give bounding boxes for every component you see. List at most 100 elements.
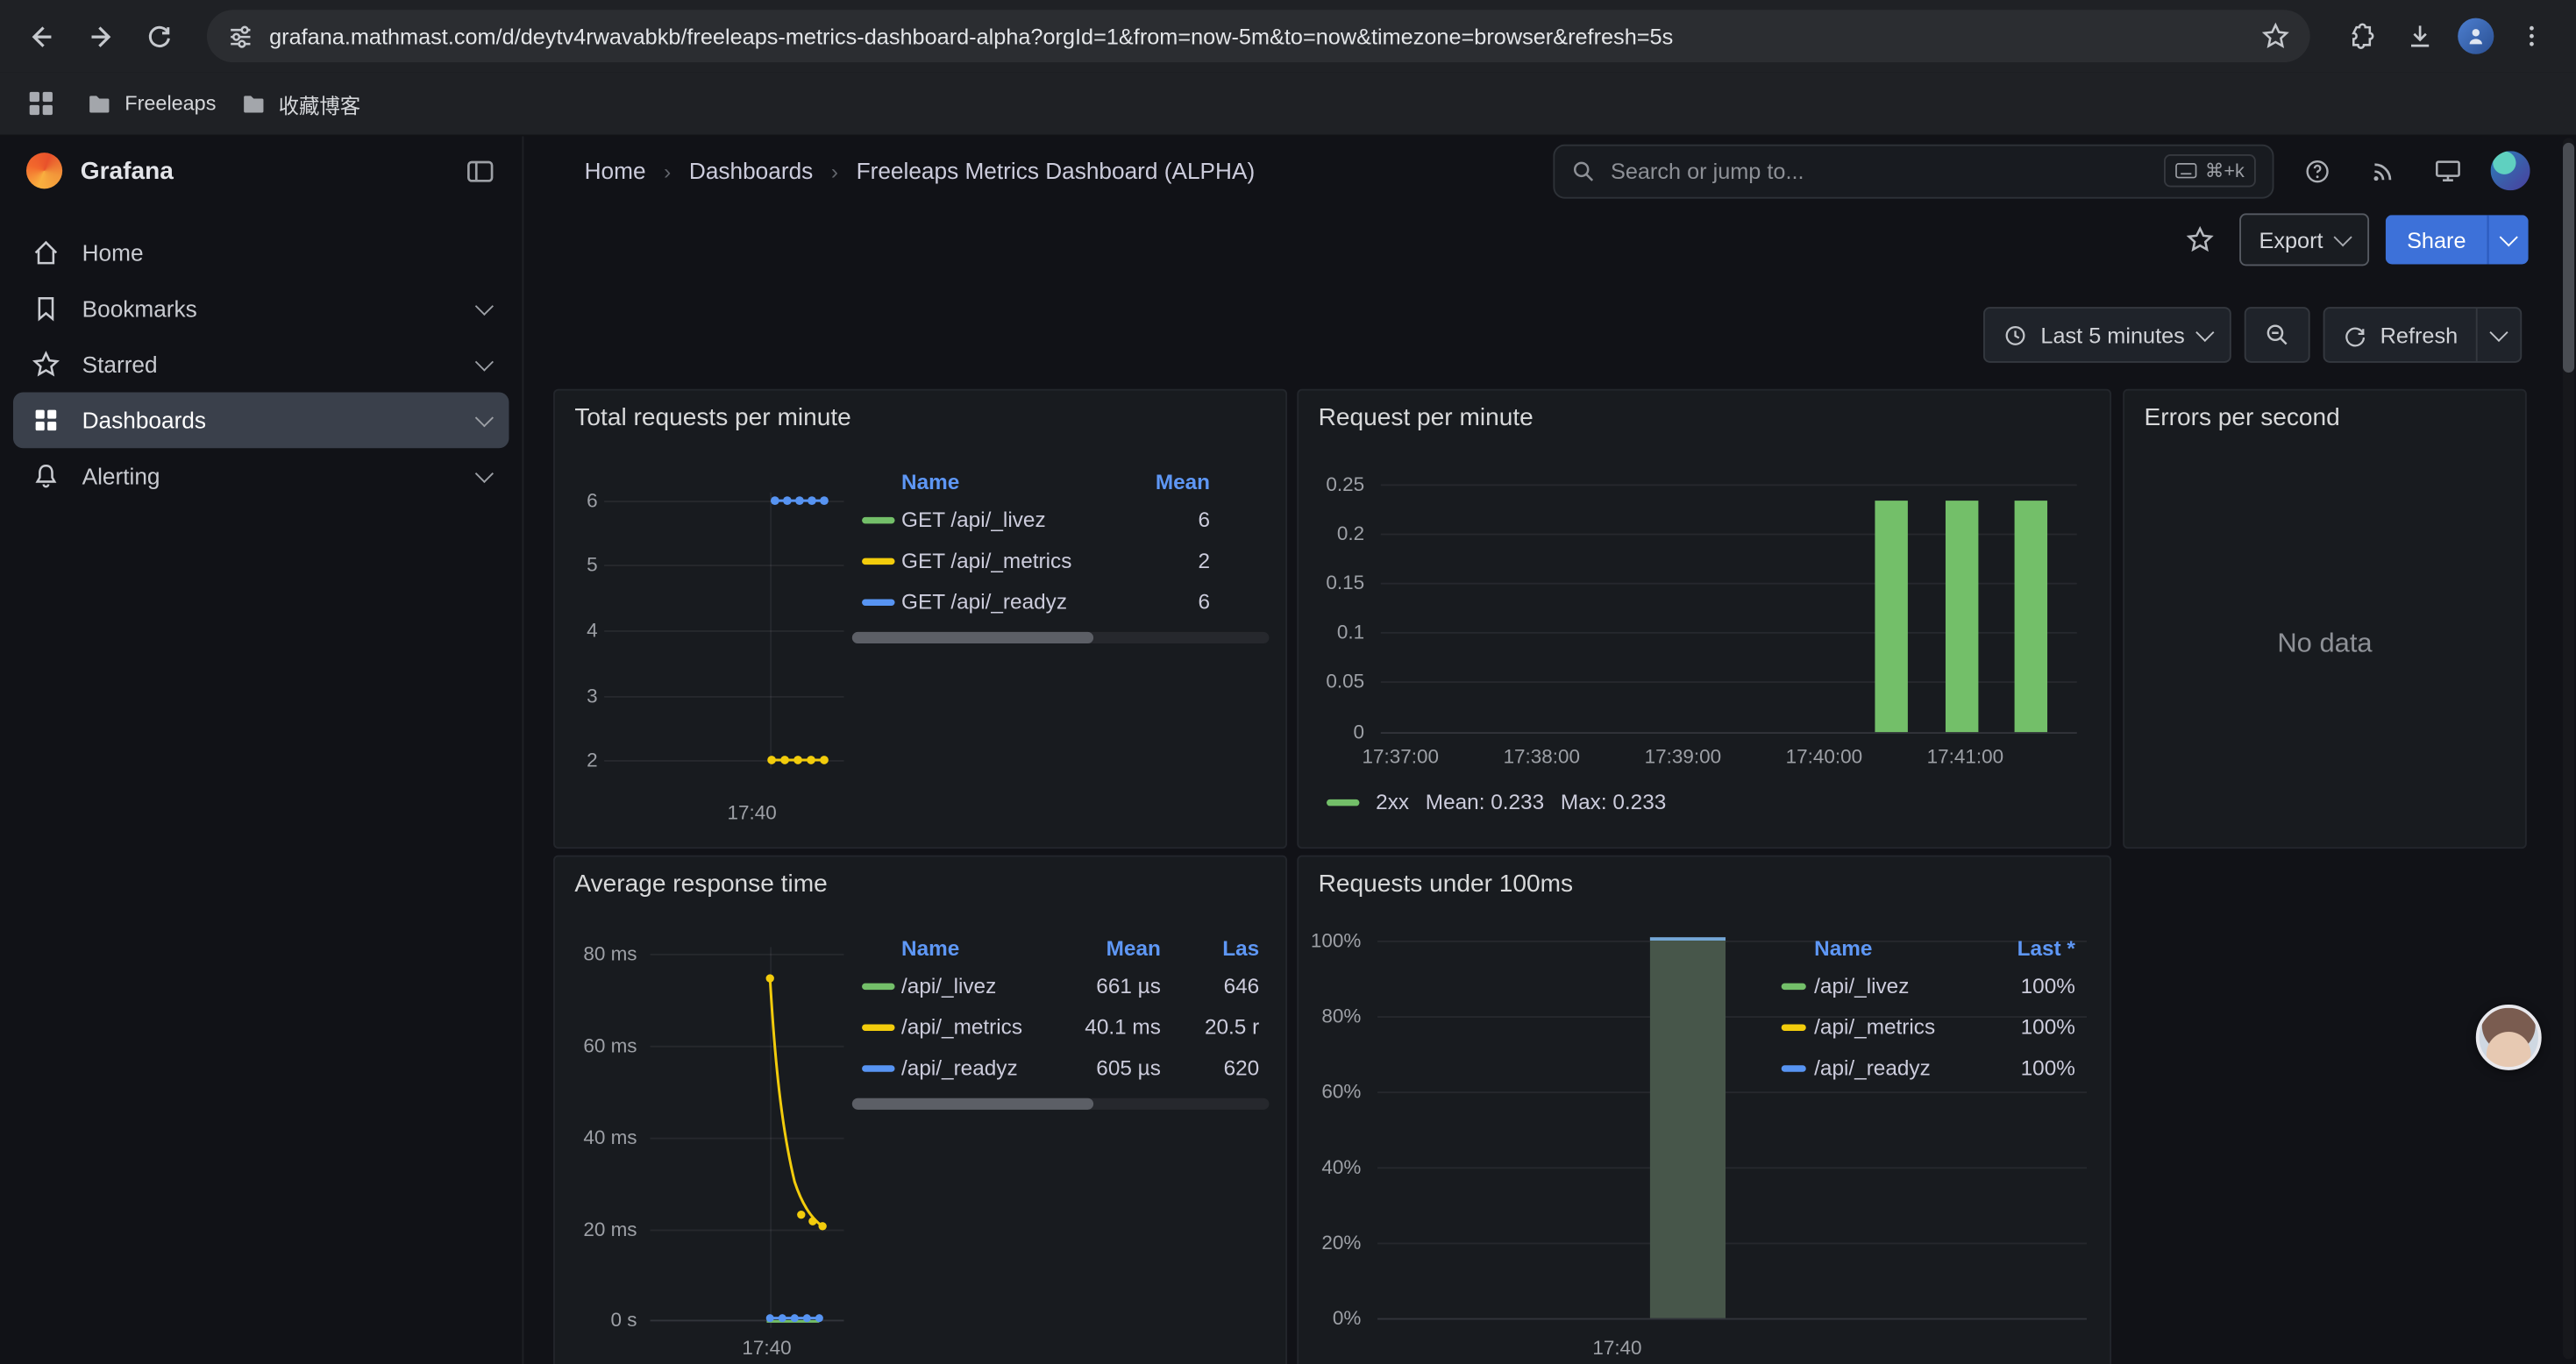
viewport: grafana.mathmast.com/d/deytv4rwavabkb/fr…	[0, 0, 2576, 1362]
series-name[interactable]: GET /api/_metrics	[901, 548, 1071, 572]
breadcrumb-home[interactable]: Home	[585, 158, 646, 184]
legend-header-name[interactable]: Name	[901, 934, 959, 959]
time-controls: Last 5 minutes Refresh	[1983, 307, 2522, 363]
legend-row: /api/_readyz 100%	[1782, 1048, 2087, 1089]
legend-header-name[interactable]: Name	[901, 469, 959, 494]
page-scrollbar[interactable]	[2563, 138, 2574, 1359]
panel-avg-response-time: Average response time 80 ms 60 ms 40 ms …	[553, 856, 1287, 1364]
time-range-picker[interactable]: Last 5 minutes	[1985, 309, 2230, 361]
back-icon[interactable]	[17, 11, 66, 60]
panel-title[interactable]: Request per minute	[1319, 404, 1534, 432]
series-mean: 6	[1199, 589, 1211, 614]
breadcrumb-separator: ›	[664, 159, 671, 183]
legend-scrollbar[interactable]	[852, 632, 1270, 643]
series-swatch	[862, 558, 894, 564]
apps-grid-icon[interactable]	[19, 82, 62, 125]
chevron-down-icon[interactable]	[475, 465, 494, 483]
panel-title[interactable]: Requests under 100ms	[1319, 870, 1573, 898]
series-name[interactable]: GET /api/_readyz	[901, 589, 1067, 614]
app-header: Home › Dashboards › Freeleaps Metrics Da…	[523, 136, 2576, 205]
legend-header-mean[interactable]: Mean	[1107, 934, 1161, 959]
series-name[interactable]: /api/_readyz	[1814, 1055, 1931, 1080]
panel-title[interactable]: Average response time	[574, 870, 827, 898]
panel-total-requests: Total requests per minute 6 5 4 3 2 17:4…	[553, 389, 1287, 849]
series-name[interactable]: /api/_metrics	[901, 1014, 1022, 1039]
collapse-sidebar-icon[interactable]	[465, 155, 496, 187]
browser-menu-icon[interactable]	[2510, 15, 2553, 58]
chevron-down-icon[interactable]	[475, 297, 494, 316]
legend-header-name[interactable]: Name	[1814, 934, 1872, 959]
series-swatch	[1782, 1064, 1806, 1070]
zoom-out-button[interactable]	[2244, 307, 2309, 363]
kiosk-monitor-icon[interactable]	[2425, 148, 2471, 194]
series-name[interactable]: /api/_metrics	[1814, 1014, 1935, 1039]
floating-assistant-avatar[interactable]	[2476, 1005, 2542, 1070]
toolbar-right	[2333, 15, 2559, 58]
keyboard-icon	[2175, 162, 2196, 179]
user-avatar[interactable]	[2491, 151, 2530, 190]
grafana-logo[interactable]	[26, 153, 62, 188]
export-button[interactable]: Export	[2239, 213, 2369, 266]
refresh-button[interactable]: Refresh	[2324, 309, 2476, 361]
legend-header-mean[interactable]: Mean	[1156, 469, 1210, 494]
help-icon[interactable]	[2294, 148, 2339, 194]
series-last: 100%	[2021, 1014, 2075, 1039]
legend-scrollbar[interactable]	[852, 1098, 1270, 1110]
legend-row: /api/_readyz 605 µs 620	[852, 1048, 1270, 1089]
dashboard-canvas: Last 5 minutes Refresh	[523, 274, 2576, 1364]
news-rss-icon[interactable]	[2359, 148, 2405, 194]
extensions-icon[interactable]	[2339, 15, 2382, 58]
site-settings-icon[interactable]	[226, 22, 254, 50]
refresh-interval-dropdown[interactable]	[2476, 309, 2521, 361]
share-button[interactable]: Share	[2386, 215, 2487, 264]
downloads-icon[interactable]	[2399, 15, 2442, 58]
profile-avatar-icon[interactable]	[2458, 18, 2494, 54]
legend-row: GET /api/_metrics 2	[852, 540, 1270, 581]
legend-table: Name Last * /api/_livez 100% /api/_metri…	[1782, 929, 2087, 1089]
sidebar-item-dashboards[interactable]: Dashboards	[13, 393, 509, 449]
search-input[interactable]: Search or jump to... ⌘+k	[1553, 144, 2274, 198]
main-area: Home › Dashboards › Freeleaps Metrics Da…	[523, 136, 2576, 1364]
legend-row: /api/_metrics 100%	[1782, 1006, 2087, 1048]
breadcrumb-dashboards[interactable]: Dashboards	[689, 158, 813, 184]
series-mean: Mean: 0.233	[1426, 790, 1544, 814]
chevron-down-icon[interactable]	[475, 408, 494, 427]
sidebar-item-bookmarks[interactable]: Bookmarks	[13, 281, 509, 337]
sidebar-item-home[interactable]: Home	[13, 225, 509, 281]
series-last: 100%	[2021, 1055, 2075, 1080]
sidebar-item-alerting[interactable]: Alerting	[13, 448, 509, 504]
panel-title[interactable]: Errors per second	[2145, 404, 2340, 432]
chevron-down-icon	[2333, 228, 2352, 246]
url-bar[interactable]: grafana.mathmast.com/d/deytv4rwavabkb/fr…	[207, 10, 2310, 62]
forward-icon[interactable]	[75, 11, 125, 60]
reload-icon[interactable]	[135, 11, 184, 60]
series-swatch	[862, 599, 894, 605]
bookmark-folder-blogs[interactable]: 收藏博客	[239, 88, 361, 119]
panel-request-per-minute: Request per minute 0.25 0.2 0.15 0.1 0.0…	[1297, 389, 2111, 849]
series-swatch	[862, 1024, 894, 1030]
legend-header-last[interactable]: Las	[1222, 934, 1259, 959]
url-input[interactable]: grafana.mathmast.com/d/deytv4rwavabkb/fr…	[269, 24, 2246, 48]
legend-header-last[interactable]: Last *	[2017, 934, 2075, 959]
bookmark-folder-freeleaps[interactable]: Freeleaps	[85, 89, 216, 117]
series-name[interactable]: /api/_livez	[1814, 973, 1909, 998]
bar	[1946, 501, 1978, 732]
bookmark-star-icon[interactable]	[2260, 21, 2290, 51]
series-swatch	[1782, 983, 1806, 989]
series-mean: 605 µs	[1096, 1055, 1161, 1080]
favorite-star-icon[interactable]	[2177, 217, 2223, 262]
chevron-down-icon[interactable]	[475, 352, 494, 371]
series-mean: 661 µs	[1096, 973, 1161, 998]
series-name[interactable]: /api/_readyz	[901, 1055, 1018, 1080]
series-name[interactable]: GET /api/_livez	[901, 508, 1046, 532]
sidebar-header: Grafana	[0, 136, 522, 205]
series-swatch	[1327, 799, 1359, 805]
scrollbar-thumb[interactable]	[2563, 143, 2574, 373]
bar	[2015, 501, 2047, 732]
sidebar-item-starred[interactable]: Starred	[13, 337, 509, 393]
share-dropdown-button[interactable]	[2487, 215, 2529, 264]
panel-title[interactable]: Total requests per minute	[574, 404, 850, 432]
series-name[interactable]: 2xx	[1376, 790, 1409, 814]
bar	[1650, 937, 1726, 1318]
series-name[interactable]: /api/_livez	[901, 973, 996, 998]
